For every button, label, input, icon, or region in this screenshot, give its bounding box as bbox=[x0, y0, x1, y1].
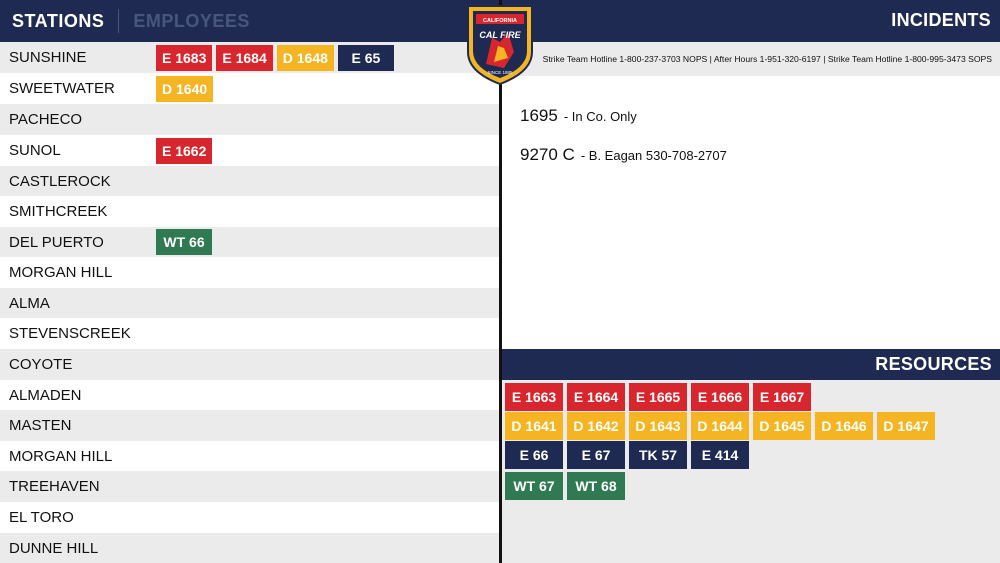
station-row[interactable]: DEL PUERTO WT 66 bbox=[0, 227, 499, 257]
resource-unit-chip[interactable]: E 414 bbox=[691, 441, 749, 469]
station-name: DEL PUERTO bbox=[9, 233, 104, 251]
station-name: STEVENSCREEK bbox=[9, 325, 131, 342]
resource-unit-chip[interactable]: D 1643 bbox=[629, 412, 687, 440]
station-name: DUNNE HILL bbox=[9, 539, 99, 557]
resource-row: E 1663 E 1664 E 1665 E 1666 E 1667 bbox=[505, 383, 811, 411]
resources-header: RESOURCES bbox=[502, 349, 1000, 380]
resource-row: E 66 E 67 TK 57 E 414 bbox=[505, 441, 749, 469]
resource-unit-chip[interactable]: E 66 bbox=[505, 441, 563, 469]
station-name: SMITHCREEK bbox=[9, 203, 108, 220]
tab-divider bbox=[118, 9, 120, 33]
incident-note: - B. Eagan 530-708-2707 bbox=[580, 148, 727, 163]
unit-chip[interactable]: D 1648 bbox=[276, 44, 334, 71]
station-name: PACHECO bbox=[9, 111, 83, 128]
unit-chip[interactable]: WT 66 bbox=[156, 229, 212, 255]
station-row[interactable]: MASTEN bbox=[0, 410, 499, 441]
station-units: D 1640 bbox=[154, 75, 214, 102]
svg-text:CAL FIRE: CAL FIRE bbox=[479, 30, 521, 40]
unit-chip[interactable]: D 1640 bbox=[156, 75, 214, 102]
svg-text:SINCE 1885: SINCE 1885 bbox=[487, 70, 513, 75]
station-name: SUNOL bbox=[9, 142, 61, 159]
resource-unit-chip[interactable]: WT 68 bbox=[567, 472, 625, 500]
incident-id: 1695 bbox=[520, 106, 558, 125]
unit-chip[interactable]: E 1683 bbox=[156, 44, 213, 71]
hotline-bar: Strike Team Hotline 1-800-237-3703 NOPS … bbox=[502, 42, 1000, 76]
incident-note: - In Co. Only bbox=[563, 109, 637, 124]
station-row[interactable]: DUNNE HILL bbox=[0, 533, 499, 563]
unit-chip[interactable]: E 1662 bbox=[156, 137, 213, 164]
resource-unit-chip[interactable]: E 1665 bbox=[629, 383, 687, 411]
resource-unit-chip[interactable]: D 1642 bbox=[567, 412, 625, 440]
station-row[interactable]: COYOTE bbox=[0, 349, 499, 380]
unit-chip[interactable]: E 1684 bbox=[216, 44, 273, 71]
unit-chip[interactable]: E 65 bbox=[337, 44, 394, 71]
station-name: COYOTE bbox=[9, 356, 73, 373]
station-name: TREEHAVEN bbox=[9, 478, 100, 495]
incidents-header: INCIDENTS bbox=[502, 0, 1000, 42]
resource-unit-chip[interactable]: TK 57 bbox=[629, 441, 687, 469]
station-row[interactable]: SMITHCREEK bbox=[0, 196, 499, 227]
station-row[interactable]: ALMA bbox=[0, 288, 499, 318]
resource-unit-chip[interactable]: D 1644 bbox=[691, 412, 749, 440]
resource-unit-chip[interactable]: E 1667 bbox=[753, 383, 811, 411]
cal-fire-shield-icon: CALIFORNIA CAL FIRE SINCE 1885 bbox=[464, 2, 536, 86]
station-name: SWEETWATER bbox=[9, 80, 115, 97]
resource-unit-chip[interactable]: D 1647 bbox=[877, 412, 935, 440]
station-row[interactable]: TREEHAVEN bbox=[0, 471, 499, 502]
station-name: ALMADEN bbox=[9, 386, 82, 404]
station-list: SUNSHINE E 1683 E 1684 D 1648 E 65 SWEETWATER… bbox=[0, 42, 499, 563]
station-row[interactable]: SWEETWATER D 1640 bbox=[0, 73, 499, 104]
resource-row: WT 67 WT 68 bbox=[505, 472, 625, 500]
resource-unit-chip[interactable]: D 1641 bbox=[505, 412, 563, 440]
station-name: MORGAN HILL bbox=[9, 264, 113, 281]
incident-id: 9270 C bbox=[520, 145, 575, 164]
incidents-title: INCIDENTS bbox=[891, 10, 991, 30]
resource-unit-chip[interactable]: E 1663 bbox=[505, 383, 563, 411]
station-row[interactable]: SUNOL E 1662 bbox=[0, 135, 499, 166]
station-units: WT 66 bbox=[154, 229, 212, 255]
station-name: MASTEN bbox=[9, 417, 72, 434]
incident-item[interactable]: 1695 - In Co. Only bbox=[520, 106, 637, 126]
station-name: MORGAN HILL bbox=[9, 447, 113, 465]
resource-unit-chip[interactable]: WT 67 bbox=[505, 472, 563, 500]
station-row[interactable]: ALMADEN bbox=[0, 380, 499, 410]
resource-unit-chip[interactable]: D 1645 bbox=[753, 412, 811, 440]
resources-title: RESOURCES bbox=[875, 354, 992, 374]
svg-text:CALIFORNIA: CALIFORNIA bbox=[483, 18, 517, 24]
resource-unit-chip[interactable]: D 1646 bbox=[815, 412, 873, 440]
station-row[interactable]: PACHECO bbox=[0, 104, 499, 135]
station-name: CASTLEROCK bbox=[9, 172, 111, 190]
station-row[interactable]: CASTLEROCK bbox=[0, 166, 499, 196]
incident-item[interactable]: 9270 C - B. Eagan 530-708-2707 bbox=[520, 145, 727, 165]
station-units: E 1683 E 1684 D 1648 E 65 bbox=[154, 44, 394, 71]
station-row[interactable]: SUNSHINE E 1683 E 1684 D 1648 E 65 bbox=[0, 42, 499, 73]
station-name: SUNSHINE bbox=[9, 49, 87, 66]
stations-header: STATIONS EMPLOYEES bbox=[0, 0, 499, 42]
station-name: ALMA bbox=[9, 294, 50, 312]
incident-list: 1695 - In Co. Only 9270 C - B. Eagan 530… bbox=[502, 76, 1000, 349]
station-row[interactable]: STEVENSCREEK bbox=[0, 318, 499, 349]
resource-unit-chip[interactable]: E 1664 bbox=[567, 383, 625, 411]
tab-employees[interactable]: EMPLOYEES bbox=[133, 11, 250, 32]
station-row[interactable]: MORGAN HILL bbox=[0, 441, 499, 471]
station-name: EL TORO bbox=[9, 509, 74, 526]
tab-stations[interactable]: STATIONS bbox=[12, 11, 104, 32]
resources-area: E 1663 E 1664 E 1665 E 1666 E 1667 D 1641 D 16… bbox=[502, 380, 1000, 563]
resource-unit-chip[interactable]: E 67 bbox=[567, 441, 625, 469]
resource-unit-chip[interactable]: E 1666 bbox=[691, 383, 749, 411]
station-row[interactable]: EL TORO bbox=[0, 502, 499, 533]
station-row[interactable]: MORGAN HILL bbox=[0, 257, 499, 288]
station-units: E 1662 bbox=[154, 137, 213, 164]
resource-row: D 1641 D 1642 D 1643 D 1644 D 1645 D 1646 D 16… bbox=[505, 412, 935, 440]
hotline-text: Strike Team Hotline 1-800-237-3703 NOPS … bbox=[542, 54, 992, 64]
